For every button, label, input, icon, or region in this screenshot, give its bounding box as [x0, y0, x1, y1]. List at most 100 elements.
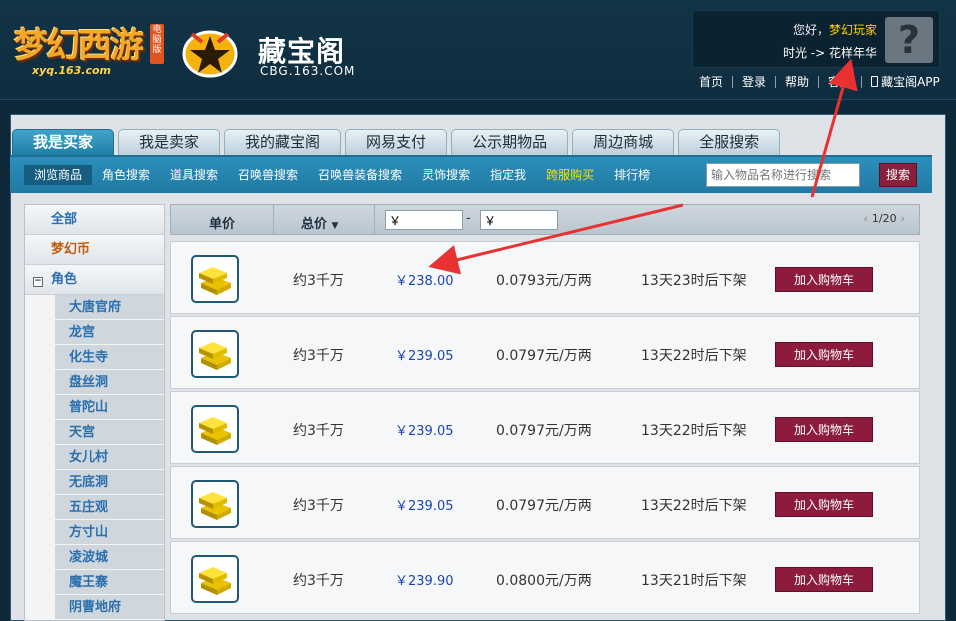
collapse-icon[interactable]: −	[33, 277, 43, 287]
ingot-logo-icon	[182, 30, 238, 78]
add-to-cart-button[interactable]: 加入购物车	[775, 267, 873, 292]
col-total-price[interactable]: 总价 ▼	[301, 213, 338, 232]
game-logo-domain: xyq.163.com	[32, 64, 111, 77]
table-row[interactable]: 约3千万 ￥239.05 0.0797元/万两 13天22时后下架 加入购物车	[170, 316, 920, 389]
topnav-app[interactable]: 藏宝阁APP	[862, 76, 949, 88]
sidebar-school[interactable]: 天宫	[55, 420, 164, 445]
sidebar-school[interactable]: 凌波城	[55, 545, 164, 570]
sort-down-icon: ▼	[331, 221, 339, 231]
add-to-cart-button[interactable]: 加入购物车	[775, 342, 873, 367]
tab-seller[interactable]: 我是卖家	[118, 129, 221, 155]
subnav-designated[interactable]: 指定我	[480, 165, 536, 185]
subnav-ornament-search[interactable]: 灵饰搜索	[412, 165, 480, 185]
subnav-pet-equip-search[interactable]: 召唤兽装备搜索	[308, 165, 412, 185]
table-row[interactable]: 约3千万 ￥239.90 0.0800元/万两 13天21时后下架 加入购物车	[170, 541, 920, 614]
gold-ingot-icon[interactable]	[191, 555, 239, 603]
player-name-link[interactable]: 梦幻玩家	[829, 23, 877, 37]
search-button[interactable]: 搜索	[879, 163, 917, 187]
row-time-left: 13天22时后下架	[641, 498, 747, 514]
row-quantity: 约3千万	[293, 573, 344, 589]
gold-ingot-icon[interactable]	[191, 405, 239, 453]
subnav-role-search[interactable]: 角色搜索	[92, 165, 160, 185]
gold-ingot-icon[interactable]	[191, 255, 239, 303]
sidebar-school[interactable]: 普陀山	[55, 395, 164, 420]
row-price: ￥238.00	[395, 274, 454, 289]
site-header: 梦幻西游 xyq.163.com 电脑版 藏宝阁 CBG.163.COM 您好，…	[0, 0, 956, 100]
topnav-service[interactable]: 客服	[819, 76, 863, 88]
sidebar-all[interactable]: 全部	[25, 205, 164, 235]
topnav-home[interactable]: 首页	[690, 76, 734, 88]
topnav-help[interactable]: 帮助	[776, 76, 820, 88]
sidebar-category-label: 角色	[51, 272, 78, 287]
user-box: 您好，梦幻玩家 时光 -> 花样年华 ?	[692, 10, 940, 68]
subnav-browse[interactable]: 浏览商品	[24, 165, 93, 185]
sidebar-school[interactable]: 龙宫	[55, 320, 164, 345]
row-quantity: 约3千万	[293, 498, 344, 514]
header-divider	[273, 205, 274, 234]
row-price: ￥239.90	[395, 574, 454, 589]
sidebar-currency[interactable]: 梦幻币	[25, 235, 164, 265]
sidebar-school[interactable]: 五庄观	[55, 495, 164, 520]
gold-ingot-graphic	[199, 417, 231, 445]
pager-next-icon[interactable]: ›	[897, 212, 909, 225]
tab-netease-pay[interactable]: 网易支付	[345, 129, 448, 155]
sidebar-school[interactable]: 化生寺	[55, 345, 164, 370]
add-to-cart-button[interactable]: 加入购物车	[775, 417, 873, 442]
min-price-input[interactable]	[385, 210, 463, 230]
greeting-prefix: 您好，	[792, 23, 829, 37]
phone-icon	[871, 76, 879, 87]
subnav-item-search[interactable]: 道具搜索	[160, 165, 228, 185]
tab-global-search[interactable]: 全服搜索	[678, 129, 781, 155]
row-price: ￥239.05	[395, 424, 454, 439]
add-to-cart-button[interactable]: 加入购物车	[775, 492, 873, 517]
max-price-input[interactable]	[480, 210, 558, 230]
row-unit-price: 0.0797元/万两	[496, 498, 592, 514]
listing-rows: 约3千万 ￥238.00 0.0793元/万两 13天23时后下架 加入购物车 …	[170, 241, 920, 616]
subnav-pet-search[interactable]: 召唤兽搜索	[228, 165, 308, 185]
row-price: ￥239.05	[395, 349, 454, 364]
question-mark-icon[interactable]: ?	[885, 17, 933, 63]
row-time-left: 13天22时后下架	[641, 423, 747, 439]
server-label[interactable]: 时光 -> 花样年华	[783, 44, 877, 61]
topnav-login[interactable]: 登录	[733, 76, 777, 88]
pager-prev-icon[interactable]: ‹	[859, 212, 871, 225]
item-search-input[interactable]	[706, 163, 860, 187]
sidebar-school[interactable]: 无底洞	[55, 470, 164, 495]
gold-ingot-icon[interactable]	[191, 330, 239, 378]
table-row[interactable]: 约3千万 ￥239.05 0.0797元/万两 13天22时后下架 加入购物车	[170, 466, 920, 539]
add-to-cart-button[interactable]: 加入购物车	[775, 567, 873, 592]
row-unit-price: 0.0793元/万两	[496, 273, 592, 289]
game-logo[interactable]: 梦幻西游 xyq.163.com 电脑版	[14, 18, 166, 78]
col-total-price-label: 总价	[301, 217, 328, 232]
row-unit-price: 0.0797元/万两	[496, 423, 592, 439]
topnav-app-label: 藏宝阁APP	[881, 75, 940, 89]
subnav-cross-server[interactable]: 跨服购买	[536, 165, 604, 185]
row-quantity: 约3千万	[293, 273, 344, 289]
price-range-dash: -	[466, 211, 471, 226]
table-row[interactable]: 约3千万 ￥239.05 0.0797元/万两 13天22时后下架 加入购物车	[170, 391, 920, 464]
row-time-left: 13天21时后下架	[641, 573, 747, 589]
tab-merch-store[interactable]: 周边商城	[572, 129, 675, 155]
sidebar-school[interactable]: 盘丝洞	[55, 370, 164, 395]
cbg-logo[interactable]: 藏宝阁 CBG.163.COM	[178, 18, 358, 82]
row-unit-price: 0.0797元/万两	[496, 348, 592, 364]
sidebar-school[interactable]: 大唐官府	[55, 295, 164, 320]
sidebar-school[interactable]: 魔王寨	[55, 570, 164, 595]
cbg-logo-url: CBG.163.COM	[260, 64, 356, 78]
sidebar-school[interactable]: 方寸山	[55, 520, 164, 545]
sidebar-school[interactable]: 阴曹地府	[55, 595, 164, 620]
gold-ingot-icon[interactable]	[191, 480, 239, 528]
subnav-ranking[interactable]: 排行榜	[604, 165, 660, 185]
col-unit-price[interactable]: 单价	[209, 213, 235, 232]
gold-ingot-graphic	[199, 492, 231, 520]
header-divider	[374, 205, 375, 234]
table-row[interactable]: 约3千万 ￥238.00 0.0793元/万两 13天23时后下架 加入购物车	[170, 241, 920, 314]
row-price: ￥239.05	[395, 499, 454, 514]
gold-ingot-graphic	[199, 567, 231, 595]
row-unit-price: 0.0800元/万两	[496, 573, 592, 589]
tab-buyer[interactable]: 我是买家	[12, 129, 115, 155]
sidebar-school[interactable]: 女儿村	[55, 445, 164, 470]
sidebar-category-role[interactable]: − 角色	[25, 265, 164, 295]
tab-publicity-items[interactable]: 公示期物品	[451, 129, 569, 155]
tab-my-cbg[interactable]: 我的藏宝阁	[224, 129, 342, 155]
